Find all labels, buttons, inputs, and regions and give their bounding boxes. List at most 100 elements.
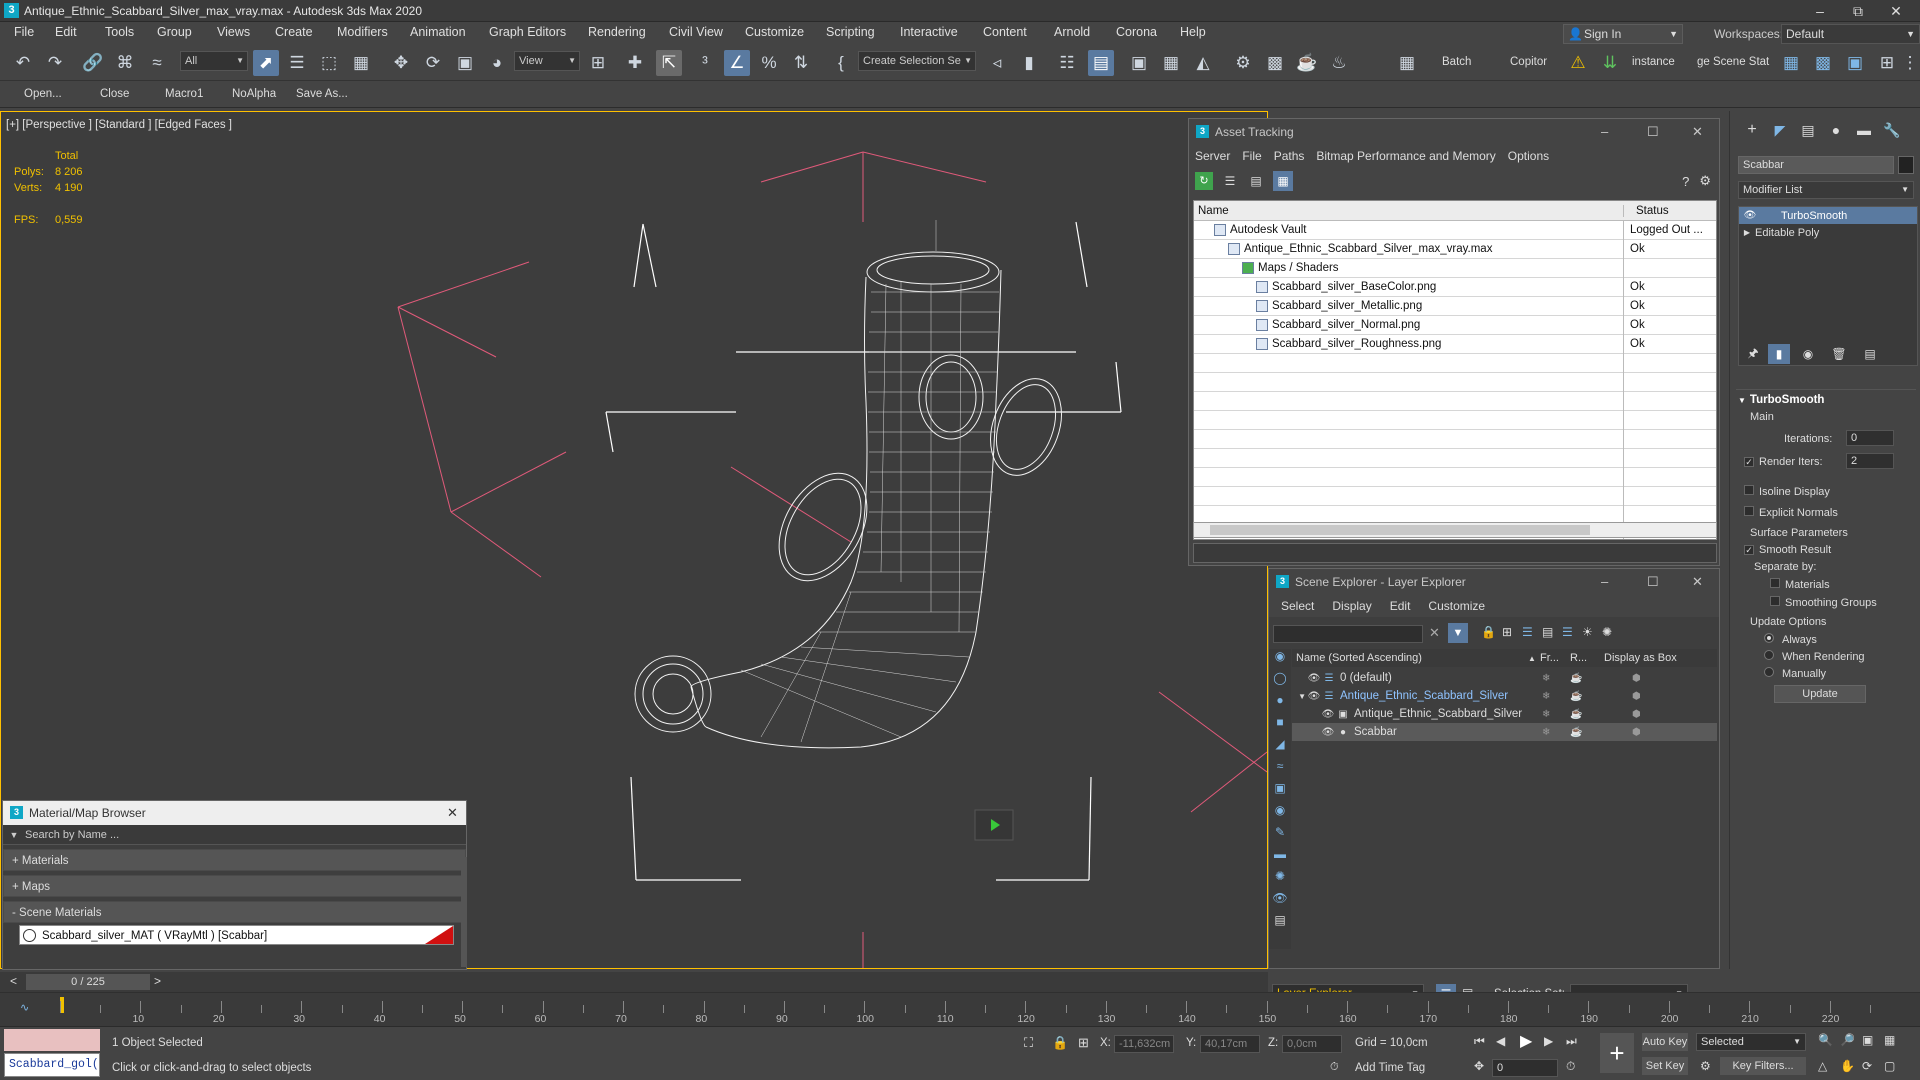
set-key-button[interactable]: Set Key: [1642, 1057, 1688, 1075]
modifier-list-select[interactable]: Modifier List ▼: [1738, 181, 1914, 199]
material-browser-titlebar[interactable]: 3 Material/Map Browser ✕: [3, 801, 466, 825]
mini-curve-editor-icon[interactable]: ∿: [20, 1001, 29, 1014]
selection-lock-icon[interactable]: 🔒: [1052, 1035, 1068, 1051]
move-icon[interactable]: ✥: [388, 50, 414, 76]
zoom-all-icon[interactable]: 🔎: [1840, 1033, 1855, 1047]
close-icon[interactable]: ✕: [447, 801, 458, 825]
menu-civil-view[interactable]: Civil View: [669, 25, 723, 39]
rotate-icon[interactable]: ⟳: [420, 50, 446, 76]
renderable-toggle-icon[interactable]: ☕: [1570, 727, 1582, 738]
open-button[interactable]: Open...: [24, 88, 62, 100]
material-search-input[interactable]: Search by Name ...: [25, 829, 119, 841]
object-color-swatch[interactable]: [1898, 156, 1914, 174]
display-groups-icon[interactable]: ◉: [1269, 803, 1291, 825]
asset-tracking-titlebar[interactable]: 3 Asset Tracking – ☐ ✕: [1189, 119, 1719, 145]
layers-icon[interactable]: ☰: [1522, 625, 1533, 639]
key-filters-button[interactable]: Key Filters...: [1720, 1057, 1806, 1075]
curve-editor-icon[interactable]: ▣: [1126, 50, 1152, 76]
visibility-eye-icon[interactable]: 👁: [1320, 727, 1336, 738]
set-key-big-icon[interactable]: +: [1600, 1033, 1634, 1073]
smoothing-groups-checkbox[interactable]: [1770, 596, 1780, 606]
col-status-header[interactable]: Status: [1624, 205, 1669, 217]
freeze-toggle-icon[interactable]: ❄: [1542, 709, 1550, 720]
scrollbar-thumb[interactable]: [1210, 525, 1590, 535]
visibility-eye-icon[interactable]: 👁: [1306, 691, 1322, 702]
copitor-button[interactable]: Copitor: [1510, 56, 1547, 68]
render-iters-checkbox[interactable]: ✓: [1744, 457, 1754, 467]
add-icon[interactable]: ⊞: [1874, 50, 1900, 76]
clear-search-icon[interactable]: ✕: [1429, 625, 1440, 641]
refresh-icon[interactable]: ↻: [1195, 172, 1213, 190]
smooth-result-toggle[interactable]: ✓ Smooth Result: [1744, 544, 1831, 556]
scene-explorer-titlebar[interactable]: 3 Scene Explorer - Layer Explorer – ☐ ✕: [1269, 569, 1719, 595]
current-frame-field[interactable]: 0: [1492, 1059, 1558, 1077]
chevron-double-down-icon[interactable]: ⇊: [1597, 50, 1623, 76]
display-all-icon[interactable]: ◉: [1269, 649, 1291, 671]
unlink-icon[interactable]: ⌘: [112, 50, 138, 76]
key-mode-icon[interactable]: ✥: [1474, 1059, 1484, 1073]
help-icon[interactable]: ?: [1682, 174, 1689, 189]
create-tab-icon[interactable]: +: [1738, 121, 1766, 139]
field-of-view-icon[interactable]: △: [1818, 1059, 1827, 1073]
time-config-icon[interactable]: ⏱: [1566, 1059, 1575, 1074]
col-freeze-header[interactable]: Fr...: [1540, 652, 1570, 664]
maximize-viewport-icon[interactable]: ▢: [1884, 1059, 1895, 1073]
keyboard-shortcut-icon[interactable]: ✚: [622, 50, 648, 76]
menu-arnold[interactable]: Arnold: [1054, 25, 1090, 39]
isoline-toggle[interactable]: Isoline Display: [1744, 485, 1830, 498]
visibility-eye-icon[interactable]: 👁: [1306, 673, 1322, 684]
instance-button[interactable]: instance: [1632, 56, 1675, 68]
remove-modifier-icon[interactable]: 🗑: [1826, 347, 1852, 361]
collapse-icon[interactable]: ▼: [1292, 692, 1306, 701]
maxscript-listener-top[interactable]: [4, 1029, 100, 1051]
renderable-toggle-icon[interactable]: ☕: [1570, 691, 1582, 702]
link-icon[interactable]: 🔗: [80, 50, 106, 76]
modify-tab-icon[interactable]: ◤: [1766, 122, 1794, 139]
grid-layout-icon[interactable]: ▦: [1778, 50, 1804, 76]
auto-key-button[interactable]: Auto Key: [1642, 1033, 1688, 1051]
restore-icon[interactable]: ⧉: [1838, 2, 1878, 20]
expand-icon[interactable]: ▶: [1739, 228, 1755, 237]
more-icon[interactable]: ⋮: [1900, 50, 1920, 76]
time-slider-thumb[interactable]: 0 / 225: [26, 974, 150, 990]
placement-icon[interactable]: ◕: [484, 50, 510, 76]
render-production-icon[interactable]: ☕: [1294, 50, 1320, 76]
display-spacewarps-icon[interactable]: ▣: [1269, 781, 1291, 803]
settings-icon[interactable]: ⚙: [1699, 173, 1711, 189]
isoline-checkbox[interactable]: [1744, 485, 1754, 495]
isolate-selection-icon[interactable]: ⛶: [1024, 1035, 1033, 1051]
materials-checkbox[interactable]: [1770, 578, 1780, 588]
manually-option[interactable]: Manually: [1764, 667, 1826, 680]
next-frame-icon[interactable]: >: [154, 974, 161, 988]
col-render-header[interactable]: R...: [1570, 652, 1604, 664]
menu-group[interactable]: Group: [157, 25, 192, 39]
x-coord-field[interactable]: -11,632cm: [1114, 1035, 1174, 1053]
always-option[interactable]: Always: [1764, 633, 1817, 646]
modifier-stack-item-editable-poly[interactable]: ▶ Editable Poly: [1739, 224, 1917, 241]
material-item[interactable]: Scabbard_silver_MAT ( VRayMtl ) [Scabbar…: [19, 925, 454, 945]
filter-icon[interactable]: ▼: [1448, 623, 1468, 643]
manually-radio[interactable]: [1764, 667, 1774, 677]
spinner-snap-icon[interactable]: ⇅: [788, 50, 814, 76]
hierarchy-icon[interactable]: ▤: [1542, 625, 1553, 639]
next-frame-icon[interactable]: ▶: [1544, 1034, 1553, 1048]
layer-stack-icon[interactable]: ☰: [1562, 625, 1573, 639]
select-object-icon[interactable]: ⬈: [253, 50, 279, 76]
menu-paths[interactable]: Paths: [1274, 149, 1305, 163]
asset-row[interactable]: Scabbard_silver_Normal.png Ok: [1194, 316, 1716, 335]
close-icon[interactable]: ✕: [1876, 2, 1916, 20]
motion-tab-icon[interactable]: ●: [1822, 122, 1850, 138]
menu-file[interactable]: File: [14, 25, 34, 39]
display-none-icon[interactable]: ▤: [1269, 913, 1291, 935]
mirror-icon[interactable]: ◃: [984, 50, 1010, 76]
menu-scripting[interactable]: Scripting: [826, 25, 875, 39]
viewport-label[interactable]: [+] [Perspective ] [Standard ] [Edged Fa…: [6, 119, 232, 131]
when-rendering-radio[interactable]: [1764, 650, 1774, 660]
prev-frame-icon[interactable]: <: [10, 974, 17, 988]
key-filter-icon[interactable]: ⚙: [1700, 1059, 1711, 1073]
close-icon[interactable]: ✕: [1692, 569, 1703, 595]
highlight-icon[interactable]: ☀: [1582, 625, 1593, 639]
sign-in-dropdown[interactable]: 👤 Sign In ▼: [1563, 24, 1683, 44]
menu-tools[interactable]: Tools: [105, 25, 134, 39]
utilities-tab-icon[interactable]: 🔧: [1878, 122, 1906, 139]
